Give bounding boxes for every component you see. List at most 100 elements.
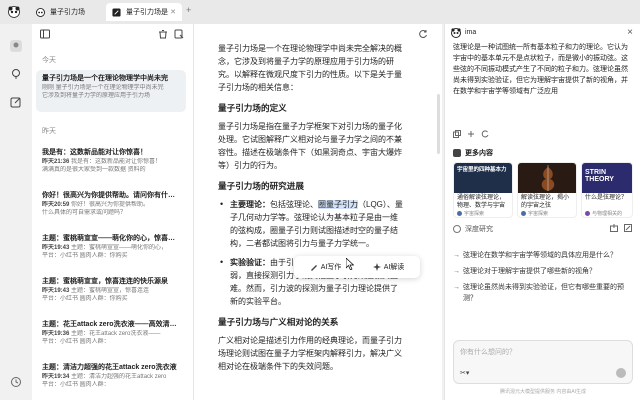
mouse-cursor-icon bbox=[346, 258, 354, 270]
item-title: 主题：蜜桃萌宣宣，惊喜连连的快乐源泉 bbox=[42, 278, 168, 285]
export-icon[interactable] bbox=[610, 224, 618, 232]
list-item[interactable]: 我是有：这数新品能对让你惊喜！ 昨天21:36 我是有：这数新品能对让你惊喜！ … bbox=[36, 144, 186, 178]
suggested-question[interactable]: 弦理论对于理解宇宙提供了哪些新的视角？ bbox=[453, 266, 633, 277]
source-avatar-icon bbox=[585, 211, 590, 216]
suggested-question[interactable]: 弦理论在数学和宇宙学等领域的具体应用是什么？ bbox=[453, 250, 633, 261]
notes-sidebar: 今天 量子引力场是一个在理论物理学中尚未完 刚刚 量子引力场是一个在理论物理学中… bbox=[32, 24, 194, 400]
list-item[interactable]: 主题：花王attack zero洗衣液——高效清… 昨天19:36 主题：花王a… bbox=[36, 316, 186, 350]
research-icon bbox=[453, 225, 461, 233]
item-title: 量子引力场是一个在理论物理学中尚未完 bbox=[42, 75, 168, 82]
avatar[interactable] bbox=[10, 40, 22, 52]
pen-icon bbox=[310, 265, 317, 271]
document-icon bbox=[112, 7, 121, 17]
item-sub: 什么具体的可自需求或问题吗？ bbox=[42, 210, 127, 216]
history-icon[interactable] bbox=[10, 376, 22, 388]
violin-image bbox=[541, 165, 555, 191]
li-label: 主要理论： bbox=[230, 200, 270, 209]
item-title: 我是有：这数新品能对让你惊喜！ bbox=[42, 149, 147, 156]
item-sub: 主题：蜜桃萌宣宣，惊喜连连 bbox=[71, 288, 150, 294]
close-icon[interactable]: × bbox=[627, 27, 633, 38]
send-button[interactable] bbox=[616, 368, 626, 378]
item-sub: 平台：小红书 圆肉人群： bbox=[42, 339, 110, 345]
copy-icon[interactable] bbox=[453, 130, 461, 138]
tab-quantum-field-doc[interactable]: 量子引力场是 ✕ bbox=[106, 3, 182, 21]
item-sub: 主题：清洁力超强的花王attack zero bbox=[71, 374, 167, 380]
suggested-question[interactable]: 弦理论虽然尚未得到实验验证，但它有哪些重要的预测？ bbox=[453, 282, 633, 304]
assistant-answer: 弦理论是一种试图统一所有基本粒子和力的理论。它认为宇宙中的基本单元不是点状粒子，… bbox=[453, 44, 628, 95]
source-avatar-icon bbox=[457, 211, 462, 216]
card-title: 什么是弦理论？ bbox=[585, 195, 628, 201]
list-item[interactable]: 你好！很高兴为你提供帮助。请问你有什… 昨天20:59 你好！很高兴为你提供帮助… bbox=[36, 187, 186, 221]
new-note-icon[interactable] bbox=[174, 29, 184, 39]
doc-intro: 量子引力场是一个在理论物理学中尚未完全解决的概念，它涉及到将量子力学的原理应用于… bbox=[218, 44, 402, 92]
list-item[interactable]: 主题：清洁力超强的花王attack zero洗衣液 昨天19:34 主题：清洁力… bbox=[36, 359, 186, 393]
document-body[interactable]: 量子引力场是一个在理论物理学中尚未完全解决的概念，它涉及到将量子力学的原理应用于… bbox=[218, 42, 404, 379]
share-icon[interactable] bbox=[624, 224, 632, 232]
card-thumbnail: STRIN THEORY bbox=[582, 163, 632, 193]
insert-icon[interactable] bbox=[467, 130, 475, 138]
item-time: 昨天19:36 bbox=[42, 331, 70, 337]
disclaimer: 腾讯混元大模型提供服务 内容由AI生成 bbox=[499, 389, 587, 395]
thumb-title: STRIN THEORY bbox=[585, 169, 614, 183]
li-label: 实验验证： bbox=[230, 258, 270, 267]
list-item-selected[interactable]: 量子引力场是一个在理论物理学中尚未完 刚刚 量子引力场是一个在理论物理学中尚未完… bbox=[36, 70, 186, 112]
ai-write-button[interactable]: AI写作 bbox=[310, 262, 341, 272]
source-avatar-icon bbox=[521, 211, 526, 216]
card-source: 宇宙探索 bbox=[464, 211, 485, 217]
card-title: 通俗解读弦理论，物理、数学与宇宙 bbox=[457, 195, 506, 209]
content-card[interactable]: 解读弦理论，揭小的宇宙之弦 宇宙探索 bbox=[517, 162, 577, 218]
sidebar-toggle-icon[interactable] bbox=[40, 29, 50, 39]
answer-actions bbox=[453, 130, 489, 138]
input-placeholder: 你有什么想问的？ bbox=[460, 349, 516, 356]
panda-logo-icon bbox=[8, 6, 20, 18]
tab-quantum-field[interactable]: 量子引力场 bbox=[30, 3, 102, 21]
more-content-title: 更多内容 bbox=[453, 148, 493, 158]
add-tab-icon[interactable]: + bbox=[186, 5, 191, 15]
item-time: 昨天20:59 bbox=[42, 202, 70, 208]
card-thumbnail: 宇宙里的四种基本力 bbox=[454, 163, 512, 193]
list-item[interactable]: 主题：蜜桃萌宣宣，惊喜连连的快乐源泉 昨天19:43 主题：蜜桃萌宣宣，惊喜连连… bbox=[36, 273, 186, 307]
close-icon[interactable]: ✕ bbox=[170, 8, 176, 16]
tab-label: 量子引力场 bbox=[50, 9, 85, 16]
ai-explain-label: AI解读 bbox=[383, 264, 405, 271]
thumb-title: 宇宙里的四种基本力 bbox=[457, 167, 507, 173]
item-sub: 平台：小红书 圆肉人群： bbox=[42, 382, 110, 388]
list-item[interactable]: 主题：蜜桃萌宣宣——萌化你的心，惊喜连… 昨天19:43 主题：蜜桃萌宣宣——萌… bbox=[36, 230, 186, 264]
ai-explain-button[interactable]: AI解读 bbox=[372, 262, 405, 272]
ai-assistant-panel: ima × 弦理论是一种试图统一所有基本粒子和力的理论。它认为宇宙中的基本单元不… bbox=[444, 24, 640, 400]
chat-input[interactable]: 你有什么想问的？ ✂▾ bbox=[453, 340, 633, 384]
trash-icon[interactable] bbox=[158, 29, 168, 39]
list-item: 主要理论：包括弦理论、圈量子引力（LQG）、量子几何动力学等。弦理论认为基本粒子… bbox=[218, 198, 404, 250]
scrollbar[interactable] bbox=[437, 94, 440, 154]
item-time: 昨天21:36 bbox=[42, 159, 70, 165]
item-title: 你好！很高兴为你提供帮助。请问你有什… bbox=[42, 192, 175, 199]
card-source: 与物理相关的 bbox=[592, 211, 623, 217]
content-card[interactable]: 宇宙里的四种基本力 通俗解读弦理论，物理、数学与宇宙 宇宙探索 bbox=[453, 162, 513, 218]
item-sub: 平台：小红书 圆肉人群：你购买 bbox=[42, 253, 128, 259]
document-editor[interactable]: 量子引力场是一个在理论物理学中尚未完全解决的概念，它涉及到将量子力学的原理应用于… bbox=[194, 24, 442, 400]
refresh-icon[interactable] bbox=[418, 29, 428, 39]
location-icon[interactable] bbox=[10, 68, 22, 80]
tools-icon[interactable]: ✂▾ bbox=[460, 369, 469, 377]
content-card[interactable]: STRIN THEORY 什么是弦理论？ 与物理相关的 bbox=[581, 162, 633, 218]
doc-heading: 量子引力场的研究进展 bbox=[218, 181, 304, 191]
tab-label: 量子引力场是 bbox=[126, 9, 168, 16]
panda-logo-icon bbox=[451, 28, 461, 38]
doc-heading: 量子引力场与广义相对论的关系 bbox=[218, 317, 339, 327]
edit-icon[interactable] bbox=[10, 96, 22, 108]
li-text: 包括弦理论、 bbox=[270, 200, 318, 209]
panda-tab-icon bbox=[36, 7, 45, 17]
regenerate-icon[interactable] bbox=[481, 130, 489, 138]
deep-research[interactable]: 深度研究 bbox=[453, 224, 493, 234]
selected-text[interactable]: 圈量子引力 bbox=[318, 200, 358, 209]
item-title: 主题：花王attack zero洗衣液——高效清… bbox=[42, 321, 177, 328]
section-today: 今天 bbox=[42, 57, 56, 64]
icon-rail bbox=[0, 24, 32, 400]
item-time: 昨天19:43 bbox=[42, 245, 70, 251]
deep-research-label: 深度研究 bbox=[465, 226, 493, 233]
section-yesterday: 昨天 bbox=[42, 128, 56, 135]
sidebar-toolbar bbox=[32, 24, 194, 44]
doc-paragraph: 广义相对论是描述引力作用的经典理论，而量子引力场理论则试图在量子力学框架内解释引… bbox=[218, 336, 402, 371]
item-time: 昨天19:34 bbox=[42, 374, 70, 380]
item-title: 主题：蜜桃萌宣宣——萌化你的心，惊喜连… bbox=[42, 235, 180, 242]
